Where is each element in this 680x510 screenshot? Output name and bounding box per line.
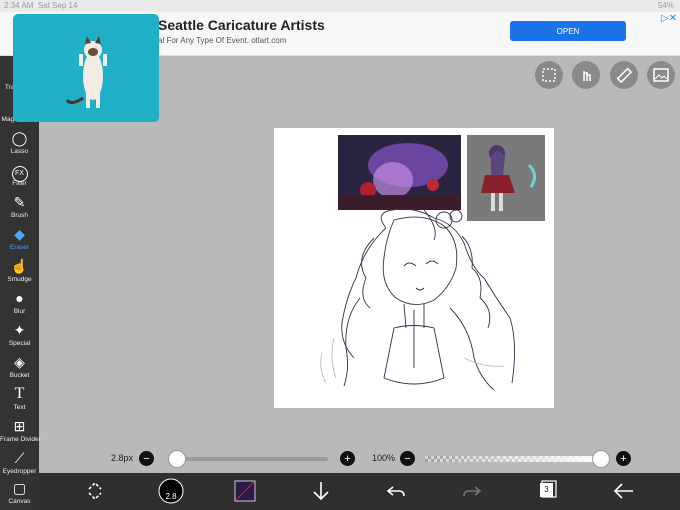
redo-button[interactable] [461,479,483,503]
tool-label: Filter [12,180,27,187]
touch-button[interactable] [572,61,600,89]
ad-subtitle: al For Any Type Of Event. otlart.com [158,36,287,45]
tool-blur[interactable]: ● Blur [0,286,39,318]
pip-video-overlay[interactable] [13,14,159,122]
blur-icon: ● [15,290,24,306]
selection-icon [542,68,556,82]
opacity-slider-thumb[interactable] [592,450,610,468]
brush-size-increase-button[interactable]: + [340,451,355,466]
transform-tool-button[interactable] [83,479,107,503]
download-icon [313,482,329,501]
tool-smudge[interactable]: ☝ Smudge [0,254,39,286]
back-arrow-icon [613,483,633,499]
undo-button[interactable] [385,479,407,503]
fx-icon: FX [0,160,39,182]
status-time: 2:34 AM Sat Sep 14 [4,1,78,10]
text-icon: T [14,385,25,402]
touch-icon [583,71,591,81]
tool-label: Canvas [8,498,31,505]
tool-frame-divider[interactable]: ⊞ Frame Divider [0,414,41,446]
tool-eraser[interactable]: ◆ Eraser [0,222,39,254]
frame-divider-icon: ⊞ [13,418,26,434]
cat-video-frame [65,36,107,108]
brush-preview: 2.8 [158,478,184,504]
tool-label: Lasso [10,148,29,155]
tool-label: Bucket [9,372,30,379]
battery-status: 54% [657,1,674,10]
special-icon: ✦ [13,322,26,338]
back-button[interactable] [612,479,636,503]
ruler-icon [616,67,633,84]
brush-size-decrease-button[interactable]: − [139,451,154,466]
eyedropper-icon: ⟋ [14,450,25,466]
brush-preview-value: 2.8 [165,492,177,501]
tool-label: Special [8,340,31,347]
ad-choices-icon[interactable]: ▷✕ [661,13,677,24]
tool-label: Eyedropper [2,468,37,475]
tool-bucket[interactable]: ◈ Bucket [0,350,39,382]
ruler-button[interactable] [610,61,638,89]
tool-label: Frame Divider [0,436,41,443]
undo-icon [386,486,405,497]
tool-text[interactable]: T Text [0,382,39,414]
ad-open-button[interactable]: OPEN [510,21,626,41]
left-toolbar: ✥ Transform ⚚ Magic Wand ◯ Lasso FX Filt… [0,56,41,510]
reference-image-2[interactable] [467,135,545,221]
brush-icon: ✎ [13,194,26,210]
opacity-increase-button[interactable]: + [616,451,631,466]
image-icon [653,68,669,82]
opacity-value: 100% [372,453,396,463]
reference-image-2-art [467,135,545,221]
image-button[interactable] [647,61,675,89]
canvas-icon: ▢ [12,480,27,496]
tool-canvas[interactable]: ▢ Canvas [0,476,39,508]
bottom-toolbar: 2.8 3 [39,473,680,510]
tool-lasso[interactable]: ◯ Lasso [0,126,39,158]
tool-label: Eraser [9,244,30,251]
smudge-icon: ☝ [10,258,29,274]
selection-button[interactable] [535,61,563,89]
brush-preview-button[interactable]: 2.8 [158,478,184,504]
eraser-icon: ◆ [14,226,25,242]
color-swatch-button[interactable] [234,480,256,504]
status-bar: 2:34 AM Sat Sep 14 54% [0,0,680,12]
layers-count: 3 [540,483,553,497]
reference-image-1[interactable] [338,135,461,210]
drawing-canvas[interactable] [274,128,554,408]
brush-size-value: 2.8px [111,453,134,463]
opacity-slider-track[interactable] [425,456,605,462]
brush-size-slider-thumb[interactable] [168,450,186,468]
lasso-icon: ◯ [11,130,28,146]
redo-icon [463,486,482,497]
reference-image-1-art [338,135,461,210]
tool-label: Blur [13,308,26,315]
tool-brush[interactable]: ✎ Brush [0,190,39,222]
brush-size-slider-track[interactable] [168,457,328,461]
tool-filter[interactable]: FX Filter [0,158,39,190]
bucket-icon: ◈ [14,354,25,370]
color-swatch [234,480,256,502]
download-button[interactable] [310,479,332,503]
opacity-decrease-button[interactable]: − [400,451,415,466]
brush-settings-row: 2.8px − + 100% − + [39,448,680,470]
tool-label: Smudge [7,276,32,283]
transform-tool-icon [88,481,102,501]
tool-label: Brush [11,212,28,219]
tool-special[interactable]: ✦ Special [0,318,39,350]
tool-eyedropper[interactable]: ⟋ Eyedropper [0,446,39,478]
tool-label: Text [13,404,26,411]
ad-title[interactable]: Seattle Caricature Artists [158,17,325,33]
